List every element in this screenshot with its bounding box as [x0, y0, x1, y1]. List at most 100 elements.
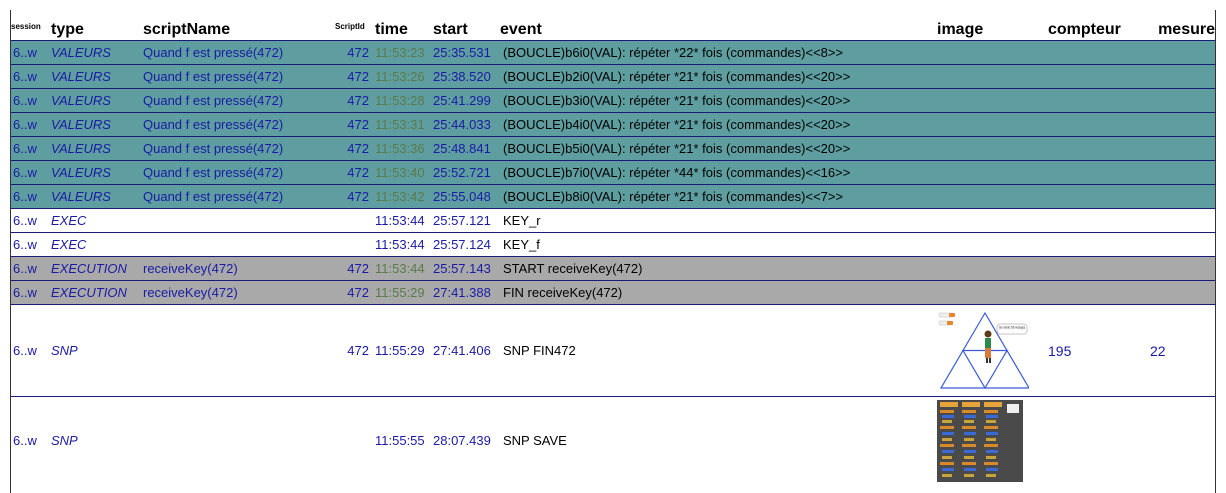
snapshot-thumbnail[interactable]: j'ai compté 195 messages — [937, 310, 1031, 392]
cell-session: 6..w — [11, 136, 51, 161]
cell-compteur — [1048, 396, 1138, 485]
cell-session: 6..w — [11, 112, 51, 137]
cell-scriptid — [335, 232, 375, 257]
cell-session: 6..w — [11, 160, 51, 185]
header-compteur[interactable]: compteur — [1048, 10, 1138, 41]
cell-scriptname: receiveKey(472) — [143, 280, 335, 305]
table-row[interactable]: 6..w EXEC 11:53:44 25:57.124 KEY_f — [11, 232, 1215, 257]
cell-type: VALEURS — [51, 136, 143, 161]
cell-mesure — [1138, 184, 1215, 209]
table-row[interactable]: 6..w VALEURS Quand f est pressé(472) 472… — [11, 112, 1215, 137]
cell-time: 11:53:28 — [375, 88, 433, 113]
cell-scriptid — [335, 396, 375, 485]
cell-mesure — [1138, 208, 1215, 233]
cell-start: 27:41.406 — [433, 304, 500, 397]
cell-compteur — [1048, 40, 1138, 65]
header-time[interactable]: time — [375, 10, 433, 41]
cell-mesure — [1138, 112, 1215, 137]
cell-mesure — [1138, 396, 1215, 485]
table-row[interactable]: 6..w VALEURS Quand f est pressé(472) 472… — [11, 184, 1215, 209]
header-start[interactable]: start — [433, 10, 500, 41]
cell-mesure — [1138, 88, 1215, 113]
triangle-drawing-icon: j'ai compté 195 messages — [938, 311, 1031, 389]
table-row[interactable]: 6..w VALEURS Quand f est pressé(472) 472… — [11, 160, 1215, 185]
cell-type: VALEURS — [51, 40, 143, 65]
cell-image — [937, 160, 1048, 185]
cell-image — [937, 136, 1048, 161]
cell-time: 11:53:44 — [375, 256, 433, 281]
cell-type: EXECUTION — [51, 256, 143, 281]
header-session[interactable]: session — [11, 10, 51, 41]
cell-scriptname: receiveKey(472) — [143, 256, 335, 281]
cell-start: 25:44.033 — [433, 112, 500, 137]
cell-compteur — [1048, 136, 1138, 161]
table-row[interactable]: 6..w SNP 472 11:55:29 27:41.406 SNP FIN4… — [11, 304, 1215, 397]
cell-mesure — [1138, 40, 1215, 65]
header-row: session type scriptName ScriptId time st… — [11, 10, 1215, 41]
cell-scriptname: Quand f est pressé(472) — [143, 184, 335, 209]
cell-type: VALEURS — [51, 112, 143, 137]
cell-event: SNP FIN472 — [500, 304, 937, 397]
cell-image — [937, 256, 1048, 281]
table-row[interactable]: 6..w EXECUTION receiveKey(472) 472 11:53… — [11, 256, 1215, 281]
cell-type: VALEURS — [51, 88, 143, 113]
cell-compteur — [1048, 280, 1138, 305]
cell-session: 6..w — [11, 304, 51, 397]
cell-scriptid: 472 — [335, 112, 375, 137]
header-scriptid[interactable]: ScriptId — [335, 10, 375, 41]
cell-compteur — [1048, 256, 1138, 281]
cell-event: KEY_r — [500, 208, 937, 233]
cell-scriptid: 472 — [335, 88, 375, 113]
header-image[interactable]: image — [937, 10, 1048, 41]
cell-event: SNP SAVE — [500, 396, 937, 485]
cell-scriptname — [143, 208, 335, 233]
cell-compteur: 195 — [1048, 304, 1138, 397]
cell-mesure — [1138, 136, 1215, 161]
cell-scriptid: 472 — [335, 64, 375, 89]
cell-image[interactable] — [937, 396, 1048, 485]
cell-session: 6..w — [11, 184, 51, 209]
cell-start: 25:48.841 — [433, 136, 500, 161]
cell-time: 11:53:36 — [375, 136, 433, 161]
table-row[interactable]: 6..w VALEURS Quand f est pressé(472) 472… — [11, 88, 1215, 113]
table-row[interactable]: 6..w VALEURS Quand f est pressé(472) 472… — [11, 64, 1215, 89]
cell-event: (BOUCLE)b4i0(VAL): répéter *21* fois (co… — [500, 112, 937, 137]
cell-event: KEY_f — [500, 232, 937, 257]
cell-scriptname: Quand f est pressé(472) — [143, 136, 335, 161]
cell-scriptid: 472 — [335, 136, 375, 161]
table-row[interactable]: 6..w SNP 11:55:55 28:07.439 SNP SAVE — [11, 396, 1215, 485]
cell-event: START receiveKey(472) — [500, 256, 937, 281]
cell-image — [937, 184, 1048, 209]
header-type[interactable]: type — [51, 10, 143, 41]
cell-type: SNP — [51, 396, 143, 485]
cell-session: 6..w — [11, 40, 51, 65]
cell-event: (BOUCLE)b5i0(VAL): répéter *21* fois (co… — [500, 136, 937, 161]
cell-mesure — [1138, 160, 1215, 185]
header-scriptname[interactable]: scriptName — [143, 10, 335, 41]
cell-scriptname: Quand f est pressé(472) — [143, 112, 335, 137]
cell-time: 11:53:31 — [375, 112, 433, 137]
cell-event: (BOUCLE)b7i0(VAL): répéter *44* fois (co… — [500, 160, 937, 185]
cell-start: 25:57.121 — [433, 208, 500, 233]
header-mesure[interactable]: mesure — [1138, 10, 1215, 41]
cell-start: 25:55.048 — [433, 184, 500, 209]
cell-type: EXEC — [51, 232, 143, 257]
cell-compteur — [1048, 160, 1138, 185]
cell-image — [937, 112, 1048, 137]
cell-image — [937, 208, 1048, 233]
cell-time: 11:53:42 — [375, 184, 433, 209]
cell-image[interactable]: j'ai compté 195 messages — [937, 304, 1048, 397]
table-row[interactable]: 6..w VALEURS Quand f est pressé(472) 472… — [11, 40, 1215, 65]
cell-session: 6..w — [11, 208, 51, 233]
table-row[interactable]: 6..w VALEURS Quand f est pressé(472) 472… — [11, 136, 1215, 161]
cell-mesure — [1138, 256, 1215, 281]
cell-time: 11:55:55 — [375, 396, 433, 485]
script-editor-screenshot-icon — [937, 399, 1023, 482]
cell-image — [937, 40, 1048, 65]
cell-scriptname: Quand f est pressé(472) — [143, 160, 335, 185]
cell-type: EXEC — [51, 208, 143, 233]
table-row[interactable]: 6..w EXECUTION receiveKey(472) 472 11:55… — [11, 280, 1215, 305]
table-row[interactable]: 6..w EXEC 11:53:44 25:57.121 KEY_r — [11, 208, 1215, 233]
snapshot-thumbnail[interactable] — [937, 399, 1023, 482]
header-event[interactable]: event — [500, 10, 937, 41]
